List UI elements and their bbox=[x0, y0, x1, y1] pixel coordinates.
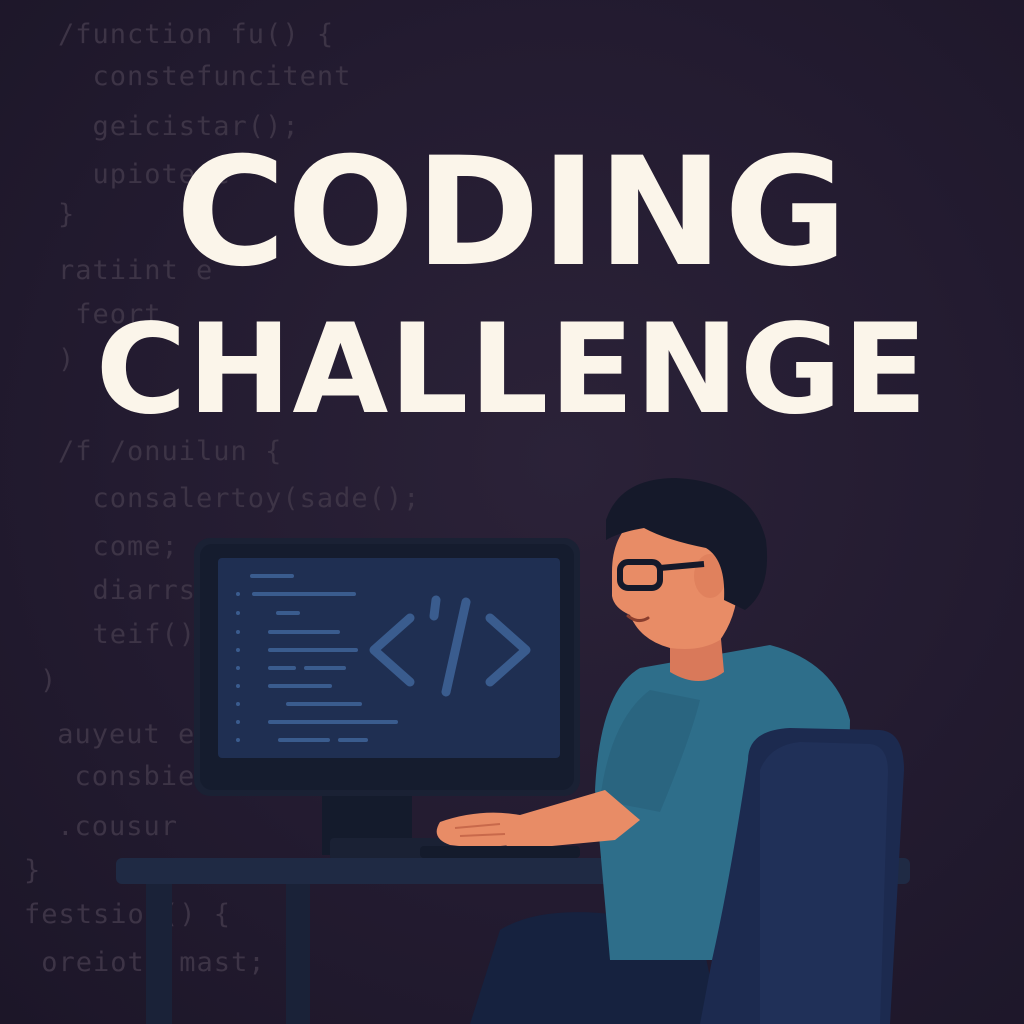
hands bbox=[436, 812, 530, 847]
illustration-canvas: /function fu() { constefuncitent geicist… bbox=[0, 0, 1024, 1024]
keyboard bbox=[420, 846, 580, 858]
computer-monitor bbox=[194, 538, 580, 796]
developer-scene bbox=[116, 478, 910, 1024]
